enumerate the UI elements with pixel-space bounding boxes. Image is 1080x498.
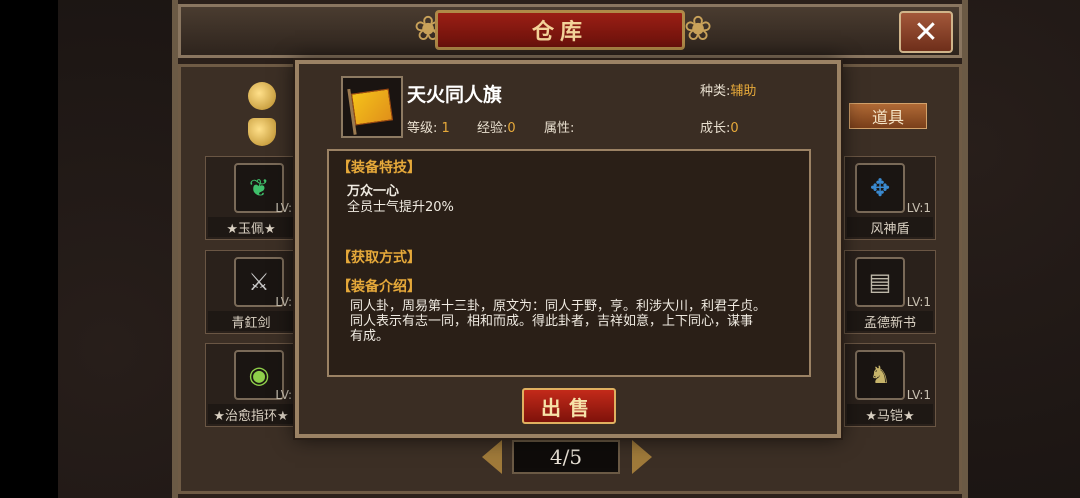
- growth-value: 0: [730, 121, 739, 136]
- shield-icon: ✥: [855, 163, 905, 213]
- item-exp: 经验:0: [477, 117, 516, 136]
- coin-icon: [248, 82, 276, 110]
- page-indicator: 4/5: [512, 440, 620, 474]
- item-intro: 同人卦，周易第十三卦，原文为：同人于野，亨。利涉大川，利君子贞。 同人表示有志一…: [350, 299, 790, 344]
- inventory-slot[interactable]: ❦ LV: ★玉佩★: [205, 156, 297, 240]
- slot-level: LV:1: [906, 388, 931, 402]
- horse-armor-icon: ♞: [855, 350, 905, 400]
- window-title: 仓库: [435, 10, 685, 50]
- skill-desc: 全员士气提升20%: [347, 200, 454, 215]
- intro-line: 同人卦，周易第十三卦，原文为：同人于野，亨。利涉大川，利君子贞。: [350, 299, 767, 314]
- growth-label: 成长:: [700, 121, 731, 136]
- slot-name: ★马铠★: [847, 404, 933, 424]
- inventory-slot[interactable]: ▤ LV:1 孟德新书: [844, 250, 936, 334]
- book-icon: ▤: [855, 257, 905, 307]
- game-screen: ❀ ❀ 仓库 ✕ 道具 ❦ LV: ★玉佩★ ⚔ LV: 青釭剑 ◉ LV: ★…: [0, 0, 1080, 498]
- screen-edge: [0, 0, 58, 498]
- slot-name: ★治愈指环★: [208, 404, 294, 424]
- tab-items[interactable]: 道具: [849, 103, 927, 129]
- item-growth: 成长:0: [700, 117, 739, 136]
- sell-button[interactable]: 出售: [522, 388, 616, 424]
- next-page-button[interactable]: [632, 440, 652, 474]
- slot-level: LV:: [275, 295, 292, 309]
- inventory-slot[interactable]: ♞ LV:1 ★马铠★: [844, 343, 936, 427]
- skill-header: 【装备特技】: [337, 160, 421, 176]
- slot-name: 青釭剑: [208, 311, 294, 331]
- slot-name: 风神盾: [847, 217, 933, 237]
- slot-name: ★玉佩★: [208, 217, 294, 237]
- exp-value: 0: [507, 121, 516, 136]
- type-label: 种类:: [700, 84, 731, 99]
- slot-level: LV:1: [906, 201, 931, 215]
- item-type: 种类:辅助: [700, 80, 756, 99]
- intro-header: 【装备介绍】: [337, 279, 421, 295]
- intro-line: 同人表示有志一同，相和而成。得此卦者，吉祥如意，上下同心，谋事: [350, 314, 754, 329]
- level-label: 等级:: [407, 121, 438, 136]
- item-level: 等级: 1: [407, 117, 450, 136]
- flag-icon: [341, 76, 403, 138]
- slot-level: LV:: [275, 388, 292, 402]
- slot-level: LV:1: [906, 295, 931, 309]
- slot-level: LV:: [275, 201, 292, 215]
- inventory-slot[interactable]: ✥ LV:1 风神盾: [844, 156, 936, 240]
- attr-label: 属性:: [544, 121, 575, 136]
- intro-line: 有成。: [350, 329, 390, 344]
- prev-page-button[interactable]: [482, 440, 502, 474]
- type-value: 辅助: [730, 84, 757, 99]
- obtain-header: 【获取方式】: [337, 250, 421, 266]
- close-button[interactable]: ✕: [899, 11, 953, 53]
- item-name: 天火同人旗: [407, 84, 503, 106]
- gold-ingot-icon: [248, 118, 276, 146]
- exp-label: 经验:: [477, 121, 508, 136]
- close-icon: ✕: [913, 14, 939, 50]
- item-attribute: 属性:: [544, 117, 574, 136]
- inventory-slot[interactable]: ⚔ LV: 青釭剑: [205, 250, 297, 334]
- inventory-slot[interactable]: ◉ LV: ★治愈指环★: [205, 343, 297, 427]
- slot-name: 孟德新书: [847, 311, 933, 331]
- level-value: 1: [441, 121, 450, 136]
